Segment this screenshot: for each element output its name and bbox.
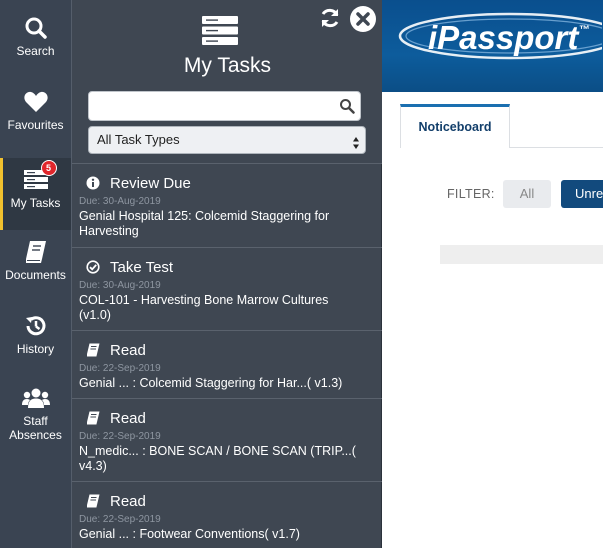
nav-my-tasks[interactable]: 5 My Tasks: [0, 158, 71, 230]
ipassport-logo: iPassport ™: [398, 12, 602, 60]
book-icon: [86, 494, 100, 508]
nav-my-tasks-label: My Tasks: [10, 196, 61, 210]
task-description: COL-101 - Harvesting Bone Marrow Culture…: [79, 293, 369, 323]
app-header: iPassport ™: [382, 0, 603, 92]
task-item[interactable]: Take Test Due: 30-Aug-2019 COL-101 - Har…: [72, 247, 383, 330]
task-description-line1: Genial Hospital 125: Colcemid Staggering…: [79, 209, 330, 223]
task-due-date: Due: 22-Sep-2019: [79, 363, 161, 374]
task-description: Genial Hospital 125: Colcemid Staggering…: [79, 209, 369, 239]
task-due-date: Due: 22-Sep-2019: [79, 431, 161, 442]
panel-title: My Tasks: [183, 54, 272, 77]
info-circle-icon: [86, 176, 100, 190]
content-placeholder-bar: [440, 245, 603, 264]
users-icon: [21, 384, 50, 412]
task-description-line1: Genial ... : Footwear Conventions( v1.7): [79, 527, 300, 541]
task-due-date: Due: 30-Aug-2019: [79, 196, 161, 207]
close-icon[interactable]: [350, 6, 376, 32]
left-navigation: Search Favourites 5 My Tasks Documents H…: [0, 0, 71, 548]
nav-staff-absences-label-line1: Staff: [23, 414, 48, 428]
logo-trademark: ™: [579, 24, 590, 36]
task-item[interactable]: Read Due: 22-Sep-2019 Genial ... : Footw…: [72, 481, 383, 548]
task-description: Genial ... : Footwear Conventions( v1.7): [79, 527, 369, 542]
task-description: Genial ... : Colcemid Staggering for Har…: [79, 376, 369, 391]
check-circle-icon: [86, 260, 100, 274]
nav-staff-absences-label: Staff Absences: [9, 414, 62, 442]
task-type-select[interactable]: All Task Types: [88, 126, 366, 154]
task-description-line1: Genial ... : Colcemid Staggering for Har…: [79, 376, 343, 390]
server-stack-icon: [202, 16, 238, 50]
nav-history-label: History: [16, 342, 55, 356]
task-description-line2: (v1.0): [79, 308, 111, 322]
task-item[interactable]: Read Due: 22-Sep-2019 N_medic... : BONE …: [72, 398, 383, 481]
search-icon: [24, 14, 48, 42]
history-icon: [24, 312, 48, 340]
task-type: Read: [110, 409, 146, 427]
server-stack-icon: 5: [23, 160, 57, 194]
task-type: Read: [110, 492, 146, 510]
nav-staff-absences[interactable]: Staff Absences: [0, 384, 71, 456]
nav-staff-absences-label-line2: Absences: [9, 428, 62, 442]
nav-search[interactable]: Search: [0, 14, 71, 86]
tab-divider: [510, 147, 603, 148]
task-item[interactable]: Review Due Due: 30-Aug-2019 Genial Hospi…: [72, 163, 383, 247]
task-due-date: Due: 22-Sep-2019: [79, 514, 161, 525]
search-icon[interactable]: [339, 98, 355, 114]
main-content: Noticeboard FILTER: All Unre: [382, 92, 603, 548]
book-icon: [86, 411, 100, 425]
logo-text: iPassport: [428, 19, 580, 56]
select-arrows-icon: [352, 133, 360, 149]
my-tasks-panel: My Tasks All Task Types Review Due Due: …: [71, 0, 383, 548]
nav-favourites[interactable]: Favourites: [0, 88, 71, 160]
task-type-selected: All Task Types: [97, 132, 180, 147]
task-type: Take Test: [110, 258, 174, 276]
task-description: N_medic... : BONE SCAN / BONE SCAN (TRIP…: [79, 444, 369, 474]
heart-icon: [23, 88, 49, 116]
filter-label: FILTER:: [447, 187, 495, 201]
task-due-date: Due: 30-Aug-2019: [79, 280, 161, 291]
task-type: Review Due: [110, 174, 191, 192]
book-icon: [86, 343, 100, 357]
nav-search-label: Search: [16, 44, 55, 58]
filter-unread-button[interactable]: Unre: [561, 180, 603, 208]
task-item[interactable]: Read Due: 22-Sep-2019 Genial ... : Colce…: [72, 330, 383, 398]
book-icon: [25, 238, 47, 266]
task-search-input[interactable]: [95, 92, 335, 120]
task-description-line1: N_medic... : BONE SCAN / BONE SCAN (TRIP…: [79, 444, 356, 458]
refresh-icon[interactable]: [319, 7, 341, 29]
filter-all-button[interactable]: All: [503, 180, 551, 208]
task-description-line2: v4.3): [79, 459, 107, 473]
nav-history[interactable]: History: [0, 312, 71, 384]
task-description-line1: COL-101 - Harvesting Bone Marrow Culture…: [79, 293, 329, 307]
tab-noticeboard[interactable]: Noticeboard: [400, 104, 510, 148]
task-description-line2: Harvesting: [79, 224, 139, 238]
task-search-box: [88, 91, 361, 121]
nav-documents[interactable]: Documents: [0, 238, 71, 310]
nav-documents-label: Documents: [5, 268, 66, 282]
panel-header: My Tasks All Task Types: [72, 0, 383, 163]
task-type: Read: [110, 341, 146, 359]
task-count-badge: 5: [40, 160, 57, 176]
nav-favourites-label: Favourites: [7, 118, 64, 132]
